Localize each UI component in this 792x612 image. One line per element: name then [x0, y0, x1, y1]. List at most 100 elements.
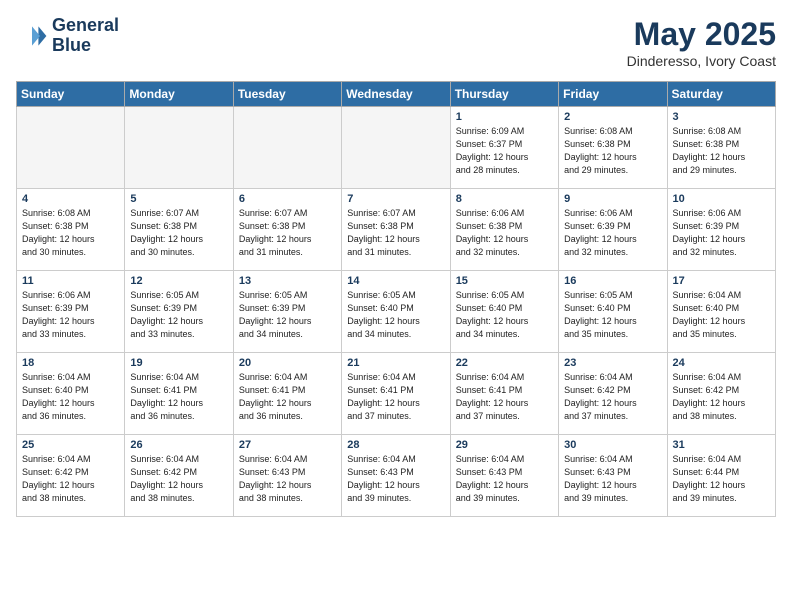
calendar-cell: 31 Sunrise: 6:04 AMSunset: 6:44 PMDayligh… — [667, 435, 775, 517]
calendar-cell: 9 Sunrise: 6:06 AMSunset: 6:39 PMDaylight… — [559, 189, 667, 271]
calendar-cell: 28 Sunrise: 6:04 AMSunset: 6:43 PMDayligh… — [342, 435, 450, 517]
day-info: Sunrise: 6:04 AMSunset: 6:42 PMDaylight:… — [564, 371, 661, 423]
day-number: 8 — [456, 193, 553, 205]
day-number: 14 — [347, 275, 444, 287]
day-number: 5 — [130, 193, 227, 205]
day-info: Sunrise: 6:04 AMSunset: 6:42 PMDaylight:… — [22, 453, 119, 505]
calendar: SundayMondayTuesdayWednesdayThursdayFrid… — [16, 81, 776, 517]
day-number: 27 — [239, 439, 336, 451]
day-info: Sunrise: 6:08 AMSunset: 6:38 PMDaylight:… — [22, 207, 119, 259]
calendar-cell: 2Sunrise: 6:08 AMSunset: 6:38 PMDaylight… — [559, 107, 667, 189]
calendar-cell: 24Sunrise: 6:04 AMSunset: 6:42 PMDayligh… — [667, 353, 775, 435]
calendar-cell: 23Sunrise: 6:04 AMSunset: 6:42 PMDayligh… — [559, 353, 667, 435]
day-number: 13 — [239, 275, 336, 287]
weekday-header-saturday: Saturday — [667, 82, 775, 107]
title-block: May 2025 Dinderesso, Ivory Coast — [627, 16, 776, 69]
calendar-cell: 27 Sunrise: 6:04 AMSunset: 6:43 PMDayligh… — [233, 435, 341, 517]
day-number: 20 — [239, 357, 336, 369]
day-info: Sunrise: 6:04 AMSunset: 6:41 PMDaylight:… — [347, 371, 444, 423]
calendar-cell: 3 Sunrise: 6:08 AMSunset: 6:38 PMDaylight… — [667, 107, 775, 189]
weekday-header-monday: Monday — [125, 82, 233, 107]
day-number: 26 — [130, 439, 227, 451]
day-info: Sunrise: 6:06 AMSunset: 6:39 PMDaylight:… — [564, 207, 661, 259]
calendar-cell: 4Sunrise: 6:08 AMSunset: 6:38 PMDaylight… — [17, 189, 125, 271]
day-info: Sunrise: 6:06 AMSunset: 6:39 PMDaylight:… — [22, 289, 119, 341]
calendar-week-4: 18 Sunrise: 6:04 AMSunset: 6:40 PMDayligh… — [17, 353, 776, 435]
day-number: 1 — [456, 111, 553, 123]
weekday-header-thursday: Thursday — [450, 82, 558, 107]
calendar-cell: 5 Sunrise: 6:07 AMSunset: 6:38 PMDaylight… — [125, 189, 233, 271]
logo: General Blue — [16, 16, 119, 56]
calendar-cell: 25 Sunrise: 6:04 AMSunset: 6:42 PMDayligh… — [17, 435, 125, 517]
day-info: Sunrise: 6:04 AMSunset: 6:43 PMDaylight:… — [239, 453, 336, 505]
day-number: 17 — [673, 275, 770, 287]
day-number: 22 — [456, 357, 553, 369]
day-number: 21 — [347, 357, 444, 369]
day-info: Sunrise: 6:05 AMSunset: 6:40 PMDaylight:… — [564, 289, 661, 341]
calendar-cell: 15 Sunrise: 6:05 AMSunset: 6:40 PMDayligh… — [450, 271, 558, 353]
day-info: Sunrise: 6:04 AMSunset: 6:40 PMDaylight:… — [22, 371, 119, 423]
calendar-cell: 17 Sunrise: 6:04 AMSunset: 6:40 PMDayligh… — [667, 271, 775, 353]
calendar-cell — [125, 107, 233, 189]
day-info: Sunrise: 6:04 AMSunset: 6:40 PMDaylight:… — [673, 289, 770, 341]
logo-icon — [16, 20, 48, 52]
day-info: Sunrise: 6:05 AMSunset: 6:40 PMDaylight:… — [456, 289, 553, 341]
calendar-header: SundayMondayTuesdayWednesdayThursdayFrid… — [17, 82, 776, 107]
day-number: 31 — [673, 439, 770, 451]
weekday-header-row: SundayMondayTuesdayWednesdayThursdayFrid… — [17, 82, 776, 107]
day-info: Sunrise: 6:07 AMSunset: 6:38 PMDaylight:… — [347, 207, 444, 259]
weekday-header-tuesday: Tuesday — [233, 82, 341, 107]
day-info: Sunrise: 6:04 AMSunset: 6:41 PMDaylight:… — [130, 371, 227, 423]
logo-text: General Blue — [52, 16, 119, 56]
calendar-cell: 20Sunrise: 6:04 AMSunset: 6:41 PMDayligh… — [233, 353, 341, 435]
weekday-header-sunday: Sunday — [17, 82, 125, 107]
day-number: 19 — [130, 357, 227, 369]
day-info: Sunrise: 6:05 AMSunset: 6:39 PMDaylight:… — [130, 289, 227, 341]
day-info: Sunrise: 6:08 AMSunset: 6:38 PMDaylight:… — [673, 125, 770, 177]
day-number: 3 — [673, 111, 770, 123]
day-number: 28 — [347, 439, 444, 451]
calendar-week-1: 1 Sunrise: 6:09 AMSunset: 6:37 PMDaylight… — [17, 107, 776, 189]
day-number: 10 — [673, 193, 770, 205]
day-info: Sunrise: 6:09 AMSunset: 6:37 PMDaylight:… — [456, 125, 553, 177]
page-header: General Blue May 2025 Dinderesso, Ivory … — [16, 16, 776, 69]
calendar-week-3: 11 Sunrise: 6:06 AMSunset: 6:39 PMDayligh… — [17, 271, 776, 353]
subtitle: Dinderesso, Ivory Coast — [627, 53, 776, 69]
calendar-cell: 21 Sunrise: 6:04 AMSunset: 6:41 PMDayligh… — [342, 353, 450, 435]
calendar-cell: 19 Sunrise: 6:04 AMSunset: 6:41 PMDayligh… — [125, 353, 233, 435]
day-number: 16 — [564, 275, 661, 287]
day-number: 6 — [239, 193, 336, 205]
calendar-week-2: 4Sunrise: 6:08 AMSunset: 6:38 PMDaylight… — [17, 189, 776, 271]
day-number: 29 — [456, 439, 553, 451]
day-number: 30 — [564, 439, 661, 451]
day-info: Sunrise: 6:04 AMSunset: 6:43 PMDaylight:… — [347, 453, 444, 505]
calendar-cell: 11 Sunrise: 6:06 AMSunset: 6:39 PMDayligh… — [17, 271, 125, 353]
day-info: Sunrise: 6:04 AMSunset: 6:42 PMDaylight:… — [130, 453, 227, 505]
day-number: 11 — [22, 275, 119, 287]
day-number: 7 — [347, 193, 444, 205]
day-number: 18 — [22, 357, 119, 369]
day-info: Sunrise: 6:05 AMSunset: 6:39 PMDaylight:… — [239, 289, 336, 341]
day-number: 12 — [130, 275, 227, 287]
day-info: Sunrise: 6:04 AMSunset: 6:43 PMDaylight:… — [564, 453, 661, 505]
calendar-cell — [342, 107, 450, 189]
calendar-cell: 18 Sunrise: 6:04 AMSunset: 6:40 PMDayligh… — [17, 353, 125, 435]
day-info: Sunrise: 6:04 AMSunset: 6:44 PMDaylight:… — [673, 453, 770, 505]
day-number: 15 — [456, 275, 553, 287]
calendar-cell — [233, 107, 341, 189]
day-number: 9 — [564, 193, 661, 205]
calendar-body: 1 Sunrise: 6:09 AMSunset: 6:37 PMDaylight… — [17, 107, 776, 517]
calendar-cell: 29Sunrise: 6:04 AMSunset: 6:43 PMDayligh… — [450, 435, 558, 517]
calendar-cell: 14Sunrise: 6:05 AMSunset: 6:40 PMDayligh… — [342, 271, 450, 353]
calendar-cell: 1 Sunrise: 6:09 AMSunset: 6:37 PMDaylight… — [450, 107, 558, 189]
calendar-cell: 22Sunrise: 6:04 AMSunset: 6:41 PMDayligh… — [450, 353, 558, 435]
main-title: May 2025 — [627, 16, 776, 53]
day-info: Sunrise: 6:07 AMSunset: 6:38 PMDaylight:… — [130, 207, 227, 259]
calendar-cell: 6Sunrise: 6:07 AMSunset: 6:38 PMDaylight… — [233, 189, 341, 271]
day-info: Sunrise: 6:04 AMSunset: 6:42 PMDaylight:… — [673, 371, 770, 423]
calendar-cell: 7 Sunrise: 6:07 AMSunset: 6:38 PMDaylight… — [342, 189, 450, 271]
day-info: Sunrise: 6:06 AMSunset: 6:39 PMDaylight:… — [673, 207, 770, 259]
day-number: 25 — [22, 439, 119, 451]
calendar-cell: 8Sunrise: 6:06 AMSunset: 6:38 PMDaylight… — [450, 189, 558, 271]
calendar-cell: 13 Sunrise: 6:05 AMSunset: 6:39 PMDayligh… — [233, 271, 341, 353]
